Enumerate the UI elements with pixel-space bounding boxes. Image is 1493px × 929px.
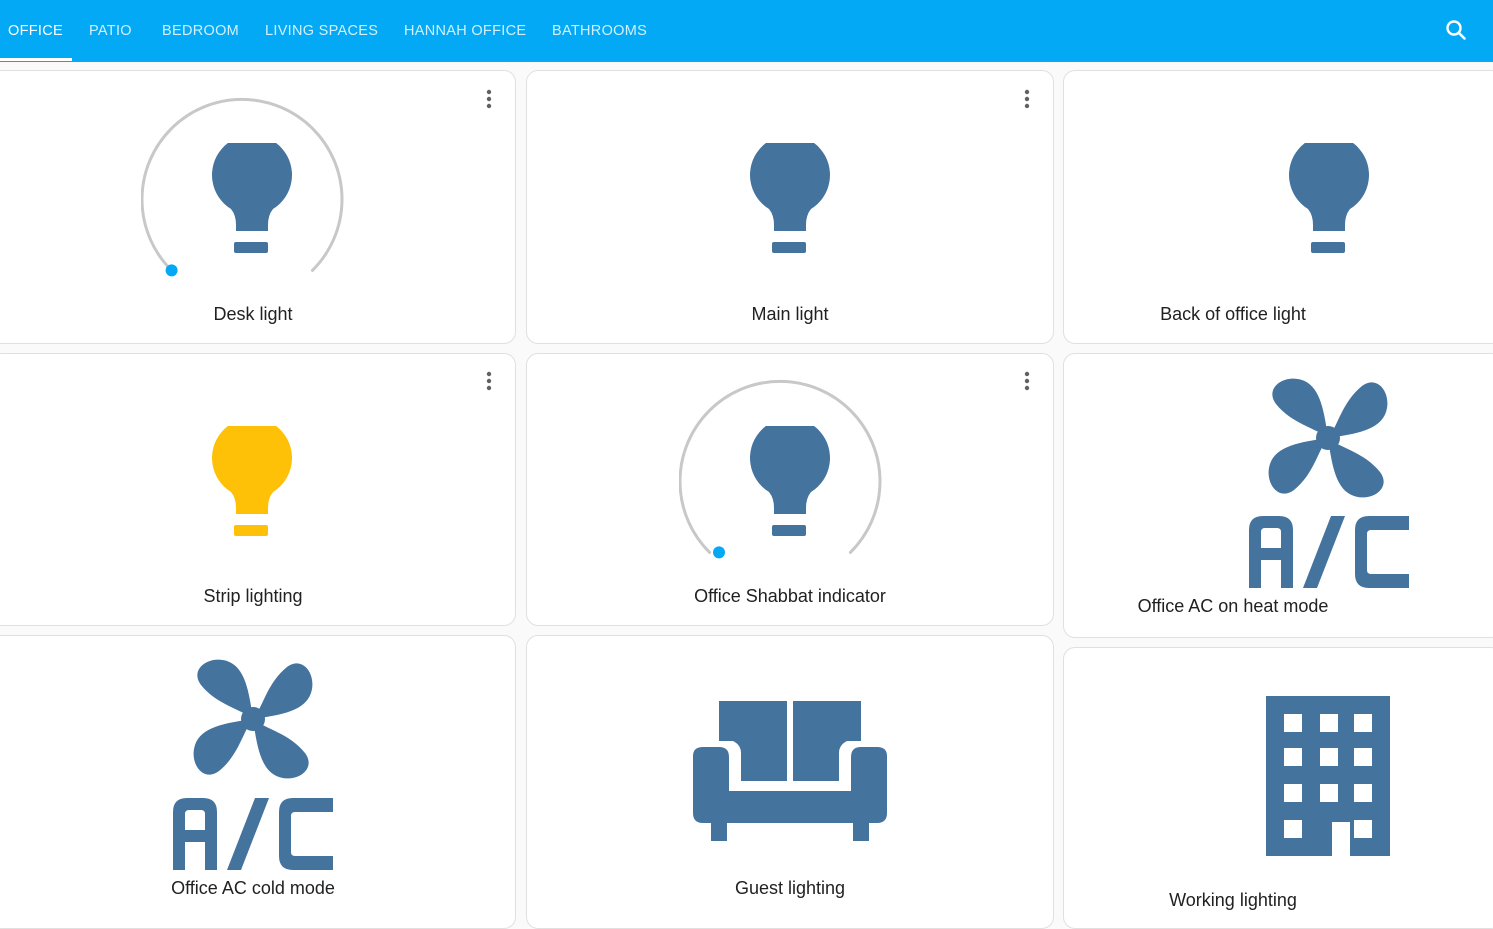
card-office-shabbat-indicator[interactable]: Office Shabbat indicator [526,353,1054,626]
tab-hannah-office[interactable]: HANNAH OFFICE [404,0,526,62]
active-tab-indicator [0,58,72,61]
entity-name: Working lighting [1169,890,1297,910]
card-office-ac-cold-mode[interactable]: Office AC cold mode [0,635,516,929]
dots-vertical-icon [486,371,492,391]
entity-name: Guest lighting [734,878,846,898]
lightbulb-icon [750,426,830,538]
fan-icon [1266,376,1390,500]
card-strip-lighting[interactable]: Strip lighting [0,353,516,626]
air-conditioner-letters-icon [173,798,333,870]
card-guest-lighting[interactable]: Guest lighting [526,635,1054,929]
lightbulb-icon [1289,143,1369,255]
card-working-lighting[interactable]: Working lighting [1063,647,1493,929]
more-options-button[interactable] [1015,369,1039,393]
dots-vertical-icon [1024,371,1030,391]
entity-name: Main light [751,304,829,324]
search-button[interactable] [1438,13,1474,49]
entity-name: Office AC on heat mode [1137,596,1329,616]
more-options-button[interactable] [477,87,501,111]
card-main-light[interactable]: Main light [526,70,1054,344]
lightbulb-icon [750,143,830,255]
slider-handle[interactable] [713,546,725,559]
tab-bathrooms[interactable]: BATHROOMS [552,0,647,62]
slider-handle[interactable] [165,264,178,277]
entity-name: Office Shabbat indicator [694,586,886,606]
tab-bedroom[interactable]: BEDROOM [162,0,239,62]
dots-vertical-icon [486,89,492,109]
entity-name: Office AC cold mode [171,878,335,898]
tab-office[interactable]: OFFICE [8,0,63,62]
air-conditioner-letters-icon [1249,516,1409,588]
card-back-of-office-light[interactable]: Back of office light [1063,70,1493,344]
more-options-button[interactable] [477,369,501,393]
dots-vertical-icon [1024,89,1030,109]
card-desk-light[interactable]: Desk light [0,70,516,344]
lightbulb-icon [212,426,292,538]
top-app-bar: OFFICE PATIO BEDROOM LIVING SPACES HANNA… [0,0,1493,62]
lightbulb-icon [212,143,292,255]
entity-name: Back of office light [1160,304,1306,324]
sofa-icon [693,701,887,841]
card-office-ac-heat-mode[interactable]: Office AC on heat mode [1063,353,1493,638]
more-options-button[interactable] [1015,87,1039,111]
fan-icon [191,657,315,781]
entity-name: Desk light [213,304,293,324]
tab-patio[interactable]: PATIO [89,0,132,62]
magnify-icon [1446,20,1466,40]
entity-name: Strip lighting [203,586,303,606]
tab-living-spaces[interactable]: LIVING SPACES [265,0,378,62]
office-building-icon [1266,696,1390,856]
